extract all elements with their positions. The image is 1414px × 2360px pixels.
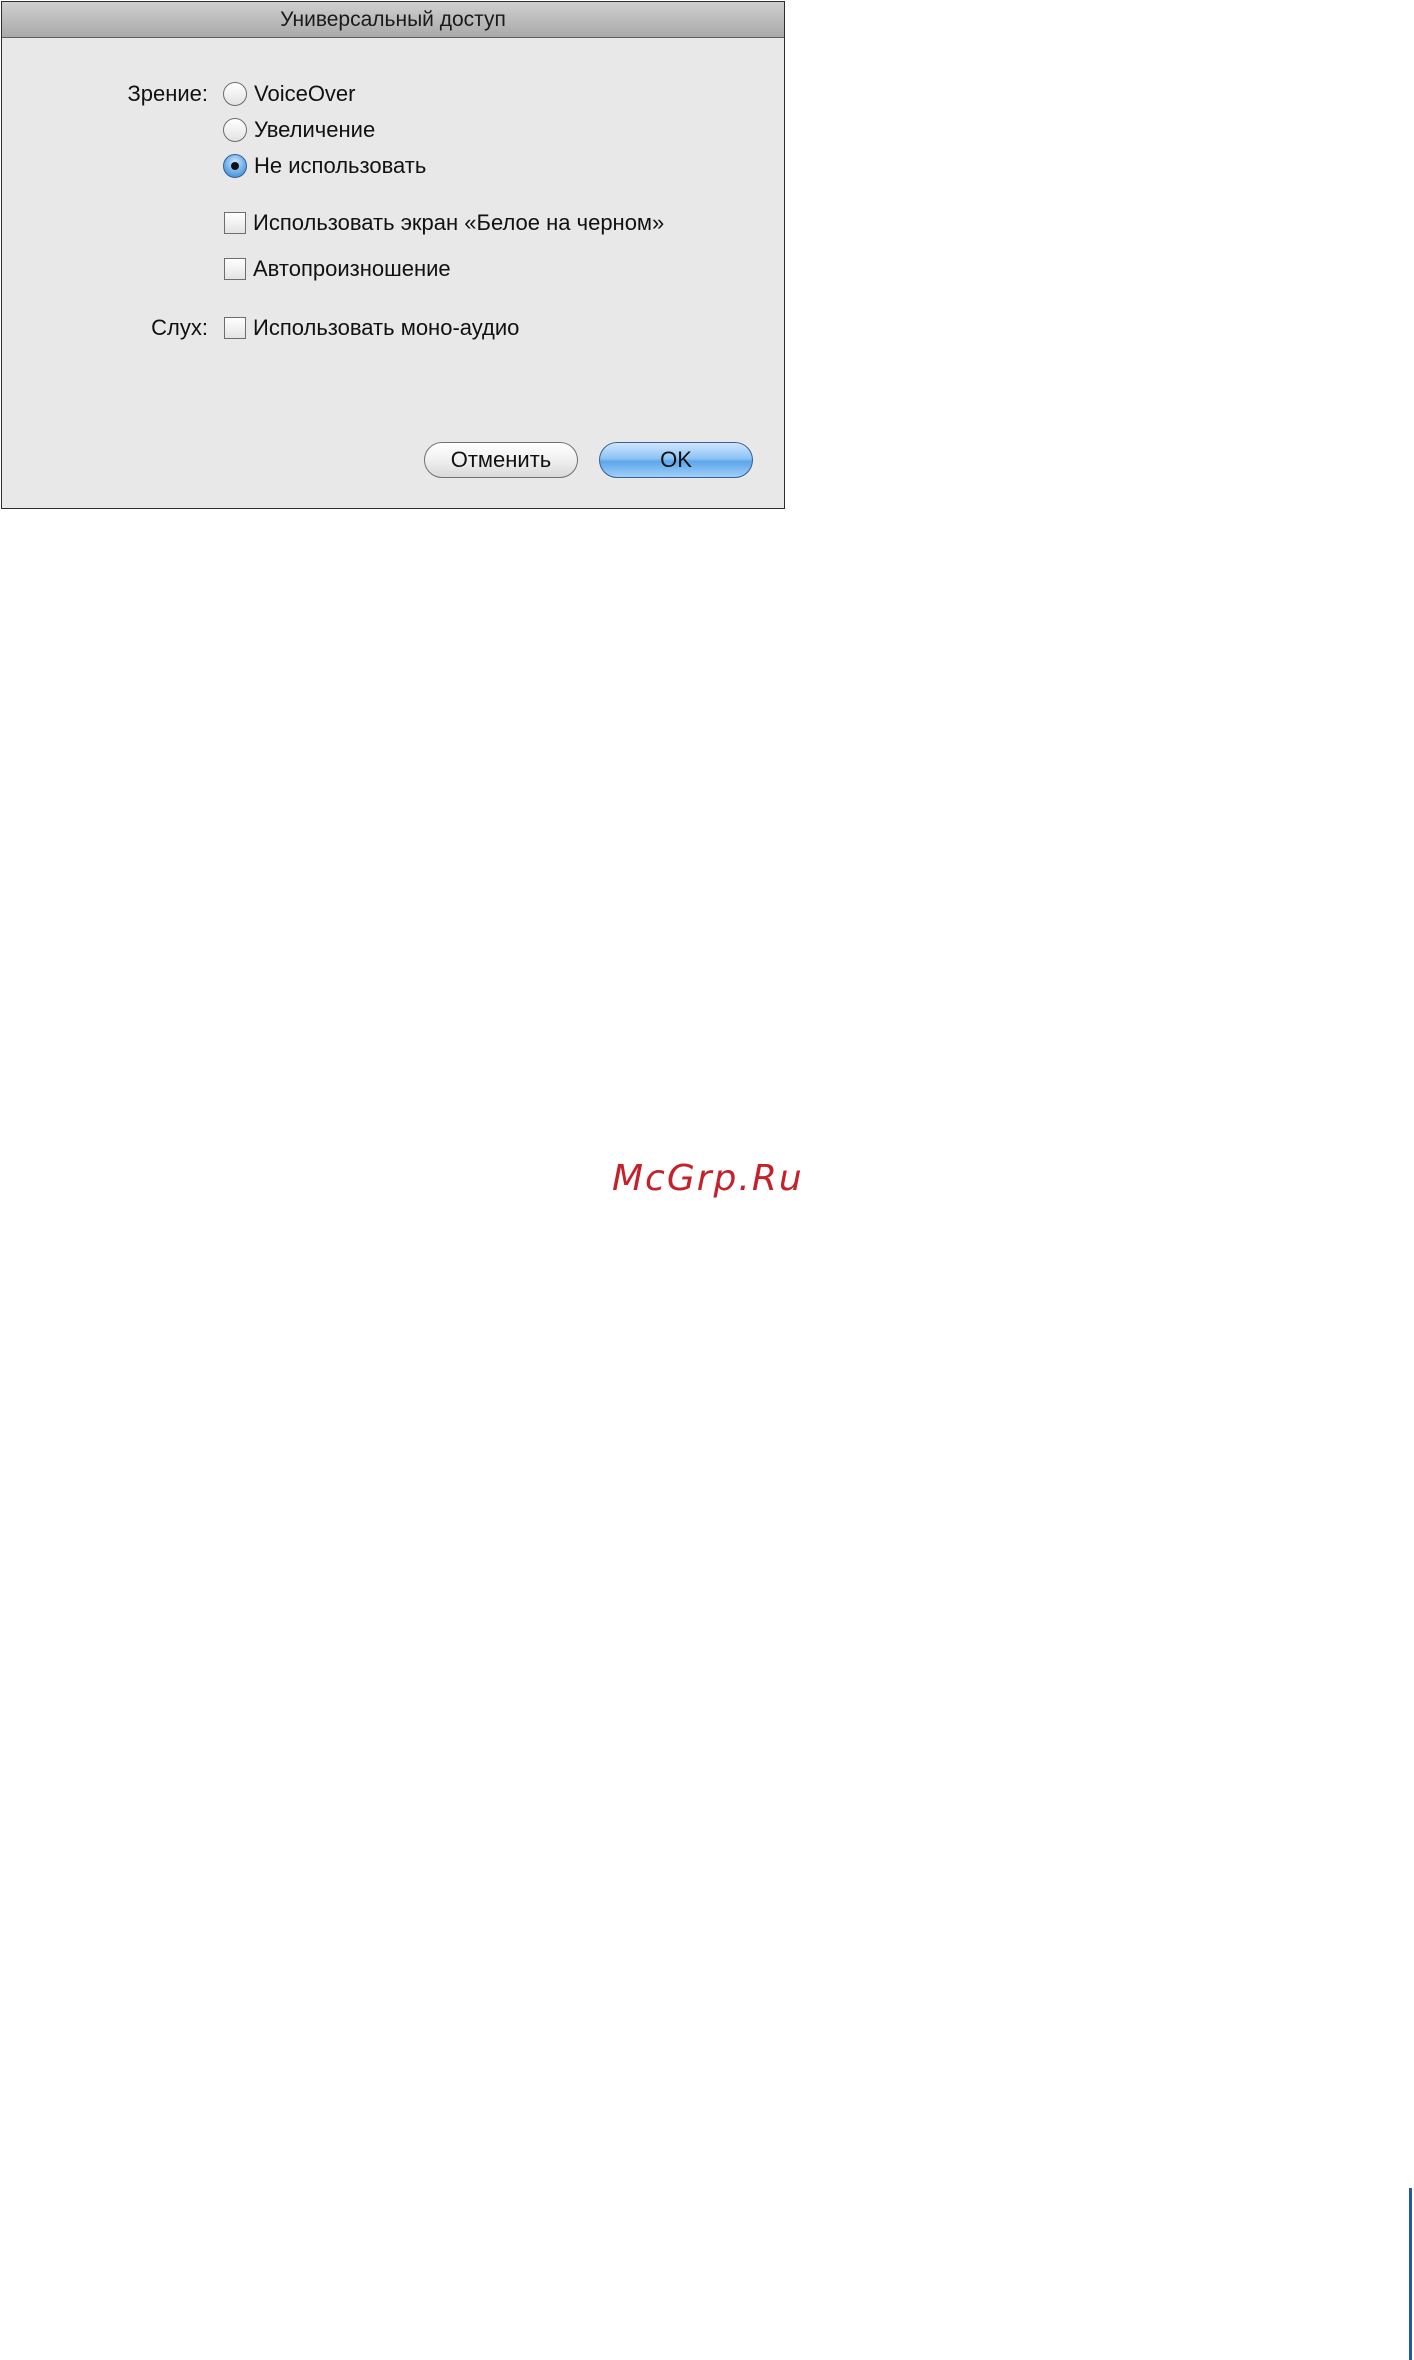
checkbox-mono-audio-box[interactable] bbox=[224, 317, 246, 339]
radio-none-indicator[interactable] bbox=[223, 154, 247, 178]
ok-button[interactable]: OK bbox=[599, 442, 753, 478]
radio-zoom-label: Увеличение bbox=[254, 117, 376, 142]
checkbox-mono-audio-label: Использовать моно-аудио bbox=[253, 315, 520, 340]
radio-zoom-indicator[interactable] bbox=[223, 118, 247, 142]
radio-voiceover-indicator[interactable] bbox=[223, 82, 247, 106]
radio-zoom[interactable]: Увеличение bbox=[223, 115, 375, 145]
radio-none-label: Не использовать bbox=[254, 153, 427, 178]
dialog-title: Универсальный доступ bbox=[2, 2, 784, 38]
checkbox-white-on-black-box[interactable] bbox=[224, 212, 246, 234]
hearing-label: Слух: bbox=[151, 315, 208, 340]
page-edge-bar bbox=[1409, 2188, 1412, 2360]
checkbox-mono-audio[interactable]: Использовать моно-аудио bbox=[224, 313, 519, 343]
accessibility-dialog: Универсальный доступ Зрение: VoiceOver У… bbox=[1, 1, 785, 509]
radio-voiceover-label: VoiceOver bbox=[254, 81, 356, 106]
checkbox-autospeak[interactable]: Автопроизношение bbox=[224, 254, 451, 284]
checkbox-autospeak-box[interactable] bbox=[224, 258, 246, 280]
checkbox-white-on-black[interactable]: Использовать экран «Белое на черном» bbox=[224, 208, 664, 238]
radio-none[interactable]: Не использовать bbox=[223, 151, 426, 181]
checkbox-white-on-black-label: Использовать экран «Белое на черном» bbox=[253, 210, 665, 235]
radio-voiceover[interactable]: VoiceOver bbox=[223, 79, 356, 109]
radio-selected-dot bbox=[231, 162, 239, 170]
vision-label: Зрение: bbox=[127, 81, 208, 106]
watermark-text: McGrp.Ru bbox=[612, 1158, 804, 1199]
cancel-button[interactable]: Отменить bbox=[424, 442, 578, 478]
checkbox-autospeak-label: Автопроизношение bbox=[253, 256, 451, 281]
